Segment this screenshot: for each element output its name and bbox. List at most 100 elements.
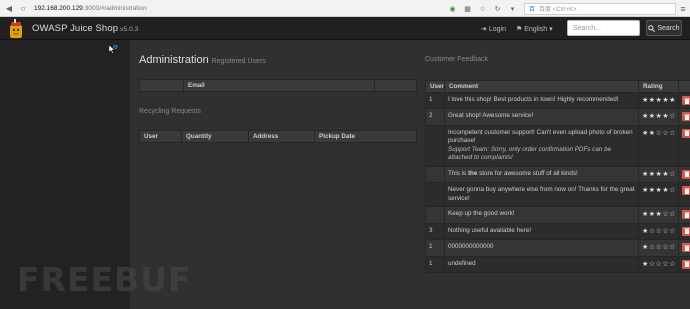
feedback-col-user: User	[425, 80, 445, 93]
comment-bold-part: the	[467, 169, 478, 177]
trash-icon	[684, 130, 689, 137]
delete-button[interactable]	[682, 169, 690, 179]
menu-icon[interactable]: ≡	[676, 4, 690, 14]
rating-stars: ★★★★☆	[638, 108, 679, 126]
feedback-user: 2	[425, 108, 445, 126]
rating-stars: ★☆☆☆☆	[638, 255, 679, 274]
trash-icon	[684, 261, 689, 268]
address-bar[interactable]: 192.168.200.129:3000/#/administration	[34, 5, 147, 12]
table-row: Incompetent customer support! Can't even…	[425, 124, 690, 167]
url-host: 192.168.200.129	[34, 4, 83, 12]
login-link[interactable]: ➜ Login	[481, 25, 506, 33]
support-team-reply: Support Team: Sorry, only order confirma…	[448, 145, 612, 162]
table-row: 3 Nothing useful available here! ★☆☆☆☆	[425, 222, 690, 241]
search-button-label: Search	[657, 24, 680, 32]
users-col-email: Email	[183, 79, 375, 92]
recycling-col-user: User	[139, 130, 182, 143]
feedback-user: 3	[425, 222, 445, 241]
feedback-rows: 1 I love this shop! Best products in tow…	[425, 91, 690, 274]
table-row: 1 I love this shop! Best products in tow…	[425, 91, 690, 110]
recycling-col-quantity: Quantity	[181, 130, 249, 143]
reload-icon[interactable]: ↻	[492, 3, 503, 14]
app-title[interactable]: OWASP Juice Shop v5.0.3	[32, 23, 138, 34]
back-icon[interactable]: ◀	[4, 4, 14, 13]
trash-icon	[684, 171, 689, 178]
delete-button[interactable]	[682, 226, 690, 236]
search-icon	[648, 24, 656, 32]
users-col-extra	[374, 79, 417, 92]
administration-heading: Administration	[139, 54, 209, 66]
qr-icon[interactable]: ▦	[462, 3, 473, 14]
delete-button[interactable]	[682, 243, 690, 253]
feedback-comment: This is the store for awesome stuff of a…	[444, 165, 639, 184]
feedback-col-actions	[678, 80, 690, 93]
search-engine-icon: 百	[529, 7, 536, 13]
delete-button[interactable]	[682, 128, 690, 138]
recycling-col-address: Address	[248, 130, 315, 143]
registered-users-subtitle: Registered Users	[211, 58, 266, 65]
comment-part: store for awesome stuff of all kinds!	[477, 169, 578, 177]
page-title: Administration Registered Users	[139, 54, 266, 66]
delete-button[interactable]	[682, 112, 690, 122]
browser-toolbar: ◀ ○ 192.168.200.129:3000/#/administratio…	[0, 0, 690, 17]
customer-feedback-heading: Customer Feedback	[425, 56, 489, 63]
caret-down-icon: ▾	[549, 26, 553, 33]
freebuf-watermark: FREEBUF	[17, 260, 192, 299]
feedback-user	[425, 182, 445, 208]
app-name: OWASP Juice Shop	[32, 23, 119, 34]
delete-button[interactable]	[682, 210, 690, 220]
rating-stars: ★★★☆☆	[638, 206, 679, 224]
search-placeholder: Search...	[573, 25, 602, 32]
delete-button[interactable]	[682, 96, 690, 105]
feedback-comment: Incompetent customer support! Can't even…	[444, 124, 639, 167]
browser-search-placeholder: 百度 <Ctrl+K>	[539, 7, 577, 13]
rating-stars: ★★☆☆☆	[638, 124, 679, 167]
search-button[interactable]: Search	[646, 20, 682, 36]
trash-icon	[684, 188, 689, 194]
globe-icon: ○	[20, 3, 26, 13]
recycling-col-pickup-date: Pickup Date	[314, 130, 417, 143]
table-row: 1 0000000000000 ★☆☆☆☆	[425, 239, 690, 257]
trash-icon	[684, 245, 689, 251]
feedback-comment: undefined	[444, 255, 639, 274]
shield-icon[interactable]: ◉	[447, 3, 458, 14]
table-row: 1 undefined ★☆☆☆☆	[425, 255, 690, 274]
feedback-comment-text: Incompetent customer support! Can't even…	[448, 128, 633, 145]
app-version: v5.0.3	[120, 26, 139, 33]
table-row: This is the store for awesome stuff of a…	[425, 165, 690, 184]
delete-button[interactable]	[682, 259, 690, 269]
feedback-col-comment: Comment	[444, 80, 639, 93]
feedback-col-rating: Rating	[638, 80, 679, 93]
browser-search-input[interactable]: 百 百度 <Ctrl+K>	[524, 2, 676, 15]
language-dropdown[interactable]: ⚑ English ▾	[516, 25, 553, 33]
delete-button[interactable]	[682, 186, 690, 196]
feedback-comment: Great shop! Awesome service!	[444, 108, 639, 126]
feedback-table: User Comment Rating 1 I love this shop! …	[425, 80, 690, 274]
rating-stars: ★★★★☆	[638, 182, 679, 208]
flag-icon: ⚑	[516, 26, 523, 33]
feedback-user: 1	[425, 91, 445, 110]
users-col-blank	[139, 79, 184, 92]
users-table: Email	[139, 79, 417, 92]
rating-stars: ★☆☆☆☆	[638, 239, 679, 257]
table-row: 2 Great shop! Awesome service! ★★★★☆	[425, 108, 690, 126]
trash-icon	[684, 228, 689, 235]
juice-shop-logo[interactable]	[9, 19, 23, 38]
rating-stars: ★☆☆☆☆	[638, 222, 679, 241]
feedback-user	[425, 206, 445, 224]
trash-icon	[684, 98, 689, 104]
language-label: English	[524, 26, 548, 33]
trash-icon	[684, 114, 689, 120]
app-navbar: OWASP Juice Shop v5.0.3 ➜ Login ⚑ English…	[0, 17, 690, 40]
feedback-comment: Keep up the good work!	[444, 206, 639, 224]
search-input[interactable]: Search...	[567, 20, 640, 36]
table-row: Keep up the good work! ★★★☆☆	[425, 206, 690, 224]
rating-stars: ★★★★☆	[638, 165, 679, 184]
feedback-comment: I love this shop! Best products in town!…	[444, 91, 639, 110]
star-icon[interactable]: ☆	[477, 3, 488, 14]
feedback-comment: 0000000000000	[444, 239, 639, 257]
feedback-comment: Never gonna buy anywhere else from now o…	[444, 182, 639, 208]
dropdown-icon[interactable]: ▾	[507, 3, 518, 14]
feedback-user	[425, 165, 445, 184]
feedback-user: 1	[425, 255, 445, 274]
